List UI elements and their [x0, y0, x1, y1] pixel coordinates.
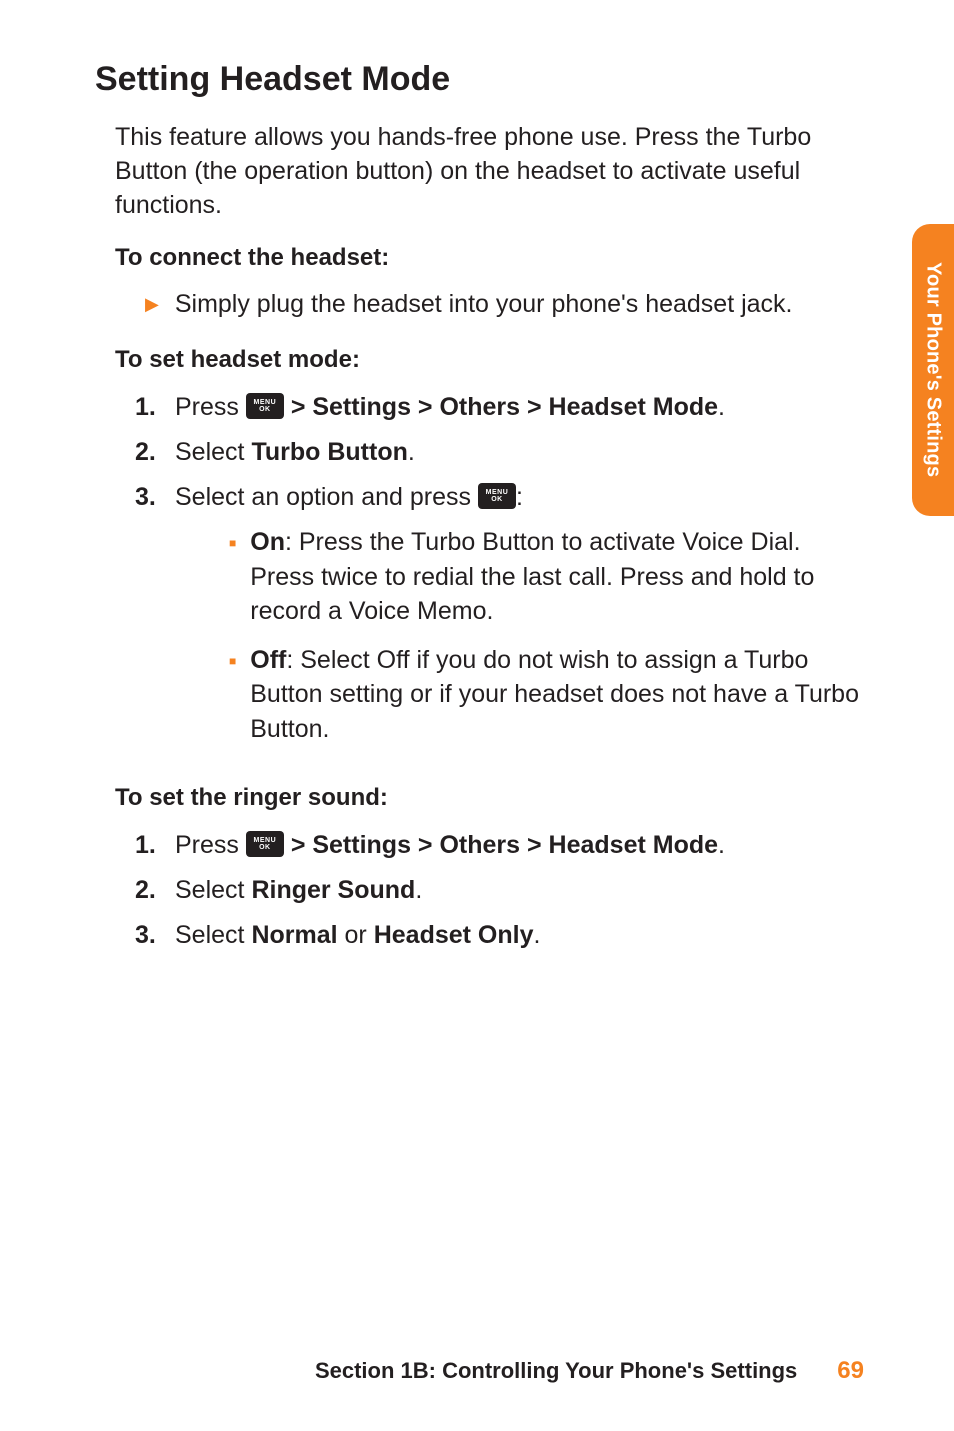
icon-top: MENU: [254, 837, 277, 844]
list-item: 3. Select an option and press MENU OK : …: [135, 480, 864, 760]
menu-ok-icon: MENU OK: [246, 831, 284, 857]
subhead-setmode: To set headset mode:: [95, 346, 864, 374]
icon-bottom: OK: [259, 406, 271, 413]
subhead-connect: To connect the headset:: [95, 244, 864, 272]
icon-top: MENU: [254, 399, 277, 406]
nav-path: > Settings > Others > Headset Mode: [291, 831, 718, 859]
text: Select: [175, 921, 251, 949]
text-or: or: [338, 921, 374, 949]
step-number: 1.: [135, 390, 163, 425]
menu-ok-icon: MENU OK: [478, 483, 516, 509]
list-item: 2. Select Turbo Button.: [135, 435, 864, 470]
footer-page-number: 69: [837, 1357, 864, 1385]
bullet-body: On: Press the Turbo Button to activate V…: [250, 525, 864, 629]
bold-text: Normal: [251, 921, 337, 949]
step-body: Select Turbo Button.: [175, 435, 864, 470]
side-tab-label: Your Phone's Settings: [922, 262, 945, 477]
option-text: : Select Off if you do not wish to assig…: [250, 646, 859, 743]
text: Select: [175, 876, 251, 904]
page-heading: Setting Headset Mode: [95, 60, 864, 99]
step-number: 2.: [135, 435, 163, 470]
icon-bottom: OK: [491, 496, 503, 503]
dot: .: [533, 921, 540, 949]
list-item: 2. Select Ringer Sound.: [135, 873, 864, 908]
text: Press: [175, 393, 246, 421]
subhead-ringer: To set the ringer sound:: [95, 784, 864, 812]
page-footer: Section 1B: Controlling Your Phone's Set…: [0, 1357, 954, 1385]
setmode-list: 1. Press MENU OK > Settings > Others > H…: [95, 390, 864, 760]
dot: .: [718, 393, 725, 421]
step-number: 3.: [135, 918, 163, 953]
text: Select an option and press: [175, 483, 478, 511]
dot: .: [408, 438, 415, 466]
menu-ok-icon: MENU OK: [246, 393, 284, 419]
option-label: On: [250, 528, 285, 556]
dot: .: [718, 831, 725, 859]
colon: :: [516, 483, 523, 511]
list-item: ■ Off: Select Off if you do not wish to …: [229, 643, 864, 747]
step-body: Select Normal or Headset Only.: [175, 918, 864, 953]
side-tab: Your Phone's Settings: [912, 224, 954, 516]
step-body: Press MENU OK > Settings > Others > Head…: [175, 828, 864, 863]
bold-text: Headset Only: [374, 921, 534, 949]
dot: .: [415, 876, 422, 904]
square-bullet-icon: ■: [229, 643, 236, 747]
arrow-icon: ▶: [145, 288, 159, 322]
ringer-list: 1. Press MENU OK > Settings > Others > H…: [95, 828, 864, 953]
intro-paragraph: This feature allows you hands-free phone…: [95, 121, 864, 222]
text: Select: [175, 438, 251, 466]
icon-bottom: OK: [259, 844, 271, 851]
connect-list: ▶ Simply plug the headset into your phon…: [95, 288, 864, 322]
list-item: 1. Press MENU OK > Settings > Others > H…: [135, 828, 864, 863]
step-body: Select an option and press MENU OK : ■ O…: [175, 480, 864, 760]
footer-section-title: Section 1B: Controlling Your Phone's Set…: [315, 1358, 797, 1384]
list-item: 3. Select Normal or Headset Only.: [135, 918, 864, 953]
list-item: 1. Press MENU OK > Settings > Others > H…: [135, 390, 864, 425]
step-body: Press MENU OK > Settings > Others > Head…: [175, 390, 864, 425]
step-number: 3.: [135, 480, 163, 760]
bold-text: Turbo Button: [251, 438, 407, 466]
list-item: ▶ Simply plug the headset into your phon…: [145, 288, 864, 322]
step-body: Select Ringer Sound.: [175, 873, 864, 908]
option-text: : Press the Turbo Button to activate Voi…: [250, 528, 814, 625]
connect-item-text: Simply plug the headset into your phone'…: [175, 288, 793, 322]
page-content: Setting Headset Mode This feature allows…: [0, 0, 954, 953]
nav-path: > Settings > Others > Headset Mode: [291, 393, 718, 421]
list-item: ■ On: Press the Turbo Button to activate…: [229, 525, 864, 629]
step-number: 1.: [135, 828, 163, 863]
icon-top: MENU: [486, 489, 509, 496]
step-number: 2.: [135, 873, 163, 908]
bullet-body: Off: Select Off if you do not wish to as…: [250, 643, 864, 747]
sub-bullet-list: ■ On: Press the Turbo Button to activate…: [175, 525, 864, 746]
square-bullet-icon: ■: [229, 525, 236, 629]
bold-text: Ringer Sound: [251, 876, 415, 904]
text: Press: [175, 831, 246, 859]
option-label: Off: [250, 646, 286, 674]
